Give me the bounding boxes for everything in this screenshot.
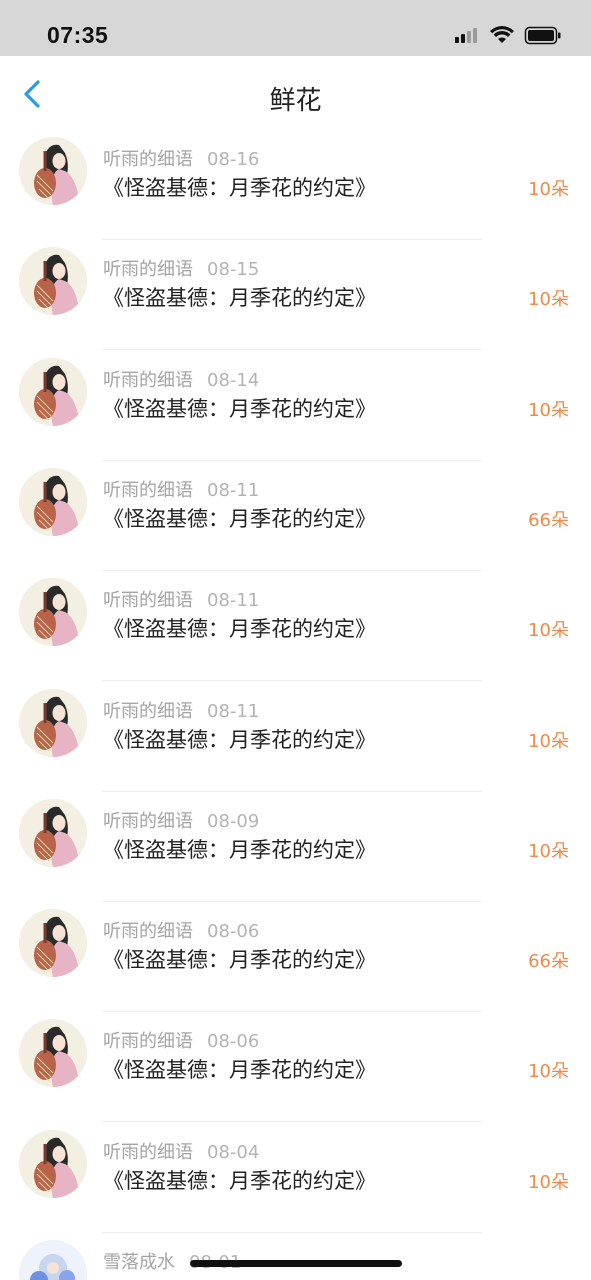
list-item[interactable]: 听雨的细语 08-06 《怪盗基德：月季花的约定》 10朵 — [0, 1012, 591, 1123]
sender-name[interactable]: 听雨的细语 — [103, 480, 193, 501]
girl-with-pipa-avatar-image — [19, 247, 87, 316]
book-title: 《怪盗基德：月季花的约定》 — [103, 396, 376, 421]
avatar[interactable] — [19, 688, 87, 757]
list-item[interactable]: 听雨的细语 08-06 《怪盗基德：月季花的约定》 66朵 — [0, 902, 591, 1013]
girl-with-pipa-avatar-image — [19, 688, 87, 757]
item-date: 08-04 — [207, 1141, 260, 1163]
wifi-icon — [490, 26, 514, 43]
item-date: 08-14 — [207, 369, 260, 391]
sender-name[interactable]: 听雨的细语 — [103, 701, 193, 722]
list-item[interactable]: 听雨的细语 08-11 《怪盗基德：月季花的约定》 10朵 — [0, 682, 591, 792]
avatar[interactable] — [19, 909, 87, 978]
list-item[interactable]: 听雨的细语 08-09 《怪盗基德：月季花的约定》 10朵 — [0, 792, 591, 902]
item-meta: 听雨的细语 08-11 — [103, 697, 259, 723]
flower-amount: 10朵 — [528, 1061, 569, 1083]
item-date: 08-09 — [207, 810, 260, 832]
sender-name[interactable]: 听雨的细语 — [103, 370, 193, 391]
item-meta: 听雨的细语 08-16 — [103, 145, 259, 171]
item-date: 08-15 — [207, 259, 260, 281]
book-title: 《怪盗基德：月季花的约定》 — [103, 727, 376, 752]
sender-name[interactable]: 听雨的细语 — [103, 811, 193, 832]
item-meta: 听雨的细语 08-15 — [103, 255, 259, 281]
book-title: 《怪盗基德：月季花的约定》 — [103, 1275, 376, 1280]
sender-name[interactable]: 听雨的细语 — [103, 149, 193, 170]
book-title: 《怪盗基德：月季花的约定》 — [103, 1168, 376, 1193]
avatar[interactable] — [19, 467, 87, 536]
sender-name[interactable]: 听雨的细语 — [103, 921, 193, 942]
item-date: 08-11 — [207, 590, 260, 612]
flower-amount: 10朵 — [528, 289, 569, 311]
item-meta: 听雨的细语 08-06 — [103, 1027, 259, 1053]
list-item[interactable]: 听雨的细语 08-15 《怪盗基德：月季花的约定》 10朵 — [0, 240, 591, 351]
book-title: 《怪盗基德：月季花的约定》 — [103, 506, 376, 531]
sender-name[interactable]: 听雨的细语 — [103, 590, 193, 611]
item-meta: 听雨的细语 08-14 — [103, 366, 259, 392]
home-indicator[interactable] — [190, 1260, 402, 1267]
avatar[interactable] — [19, 357, 87, 426]
item-date: 08-11 — [207, 700, 260, 722]
girl-with-pipa-avatar-image — [19, 798, 87, 867]
avatar[interactable] — [19, 578, 87, 647]
status-icons — [455, 26, 563, 46]
item-date: 08-06 — [207, 1031, 260, 1053]
girl-with-pipa-avatar-image — [19, 357, 87, 426]
item-meta: 听雨的细语 08-06 — [103, 917, 259, 943]
list-item[interactable]: 听雨的细语 08-11 《怪盗基德：月季花的约定》 66朵 — [0, 461, 591, 571]
page-title: 鲜花 — [269, 86, 322, 116]
girl-with-pipa-avatar-image — [19, 467, 87, 536]
battery-icon — [524, 26, 561, 45]
flower-amount: 10朵 — [528, 399, 569, 421]
avatar[interactable] — [19, 1240, 87, 1280]
flower-amount: 10朵 — [528, 840, 569, 862]
book-title: 《怪盗基德：月季花的约定》 — [103, 948, 376, 973]
book-title: 《怪盗基德：月季花的约定》 — [103, 1058, 376, 1083]
flower-amount: 10朵 — [528, 730, 569, 752]
flower-amount: 10朵 — [528, 179, 569, 200]
list-item[interactable]: 听雨的细语 08-16 《怪盗基德：月季花的约定》 10朵 — [0, 130, 591, 240]
sender-name[interactable]: 听雨的细语 — [103, 1142, 193, 1163]
avatar[interactable] — [19, 1129, 87, 1198]
list-item[interactable]: 听雨的细语 08-11 《怪盗基德：月季花的约定》 10朵 — [0, 571, 591, 682]
list-item[interactable]: 雪落成水08-01《怪盗基德：月季花的约定》 — [0, 1233, 591, 1280]
book-title: 《怪盗基德：月季花的约定》 — [103, 617, 376, 642]
girl-with-pipa-avatar-image — [19, 578, 87, 647]
book-title: 《怪盗基德：月季花的约定》 — [103, 286, 376, 311]
book-title: 《怪盗基德：月季花的约定》 — [103, 176, 376, 200]
item-meta: 听雨的细语 08-11 — [103, 476, 259, 502]
avatar[interactable] — [19, 798, 87, 867]
flower-amount: 66朵 — [528, 951, 569, 973]
book-title: 《怪盗基德：月季花的约定》 — [103, 837, 376, 862]
girl-with-pipa-avatar-image — [19, 909, 87, 978]
list-item[interactable]: 听雨的细语 08-14 《怪盗基德：月季花的约定》 10朵 — [0, 351, 591, 461]
list-item[interactable]: 听雨的细语 08-04 《怪盗基德：月季花的约定》 10朵 — [0, 1123, 591, 1233]
sender-name[interactable]: 听雨的细语 — [103, 1031, 193, 1052]
blue-flower-avatar-image — [19, 1240, 87, 1280]
avatar[interactable] — [19, 137, 87, 205]
girl-with-pipa-avatar-image — [19, 1019, 87, 1088]
sender-name[interactable]: 雪落成水 — [103, 1252, 175, 1273]
sender-name[interactable]: 听雨的细语 — [103, 259, 193, 280]
flower-amount: 66朵 — [528, 509, 569, 531]
item-date: 08-11 — [207, 479, 260, 501]
avatar[interactable] — [19, 247, 87, 316]
nav-bar: 鲜花 — [0, 56, 591, 130]
avatar[interactable] — [19, 1019, 87, 1088]
cellular-signal-icon — [455, 28, 477, 43]
item-date: 08-06 — [207, 921, 260, 943]
item-meta: 听雨的细语 08-04 — [103, 1138, 259, 1164]
girl-with-pipa-avatar-image — [19, 137, 87, 205]
girl-with-pipa-avatar-image — [19, 1129, 87, 1198]
status-bar: 07:35 — [0, 0, 591, 56]
flower-amount: 10朵 — [528, 620, 569, 642]
status-time: 07:35 — [47, 22, 109, 48]
flower-amount: 10朵 — [528, 1171, 569, 1193]
flower-record-list[interactable]: 听雨的细语 08-16 《怪盗基德：月季花的约定》 10朵 听雨的细语 08-15 《怪盗基… — [0, 130, 591, 1280]
item-date: 08-16 — [207, 149, 260, 170]
item-meta: 听雨的细语 08-11 — [103, 586, 259, 612]
item-meta: 听雨的细语 08-09 — [103, 807, 259, 833]
